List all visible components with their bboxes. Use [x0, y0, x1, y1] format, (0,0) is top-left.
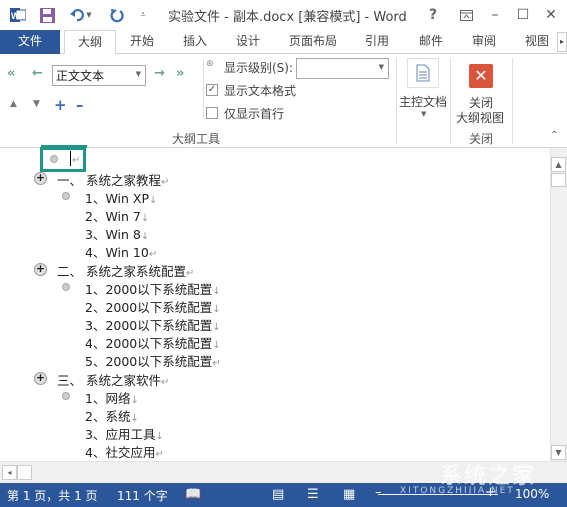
minimize-button[interactable]: – [482, 4, 508, 26]
master-document-label[interactable]: 主控文档 [399, 93, 447, 110]
scroll-thumb[interactable] [551, 173, 566, 187]
document-icon [416, 64, 430, 82]
body-text-bullet-icon [62, 392, 70, 400]
word-logo-icon: W [8, 5, 28, 25]
tab-view[interactable]: 视图 [515, 30, 559, 54]
outline-line[interactable]: 5、2000以下系统配置↵ [85, 351, 221, 370]
tab-file[interactable]: 文件 [0, 30, 60, 54]
expand-heading-icon[interactable]: + [34, 263, 47, 276]
close-outline-label-2[interactable]: 大纲视图 [456, 109, 504, 126]
outline-line[interactable]: 4、2000以下系统配置↓ [85, 333, 221, 352]
customize-qat-icon[interactable]: ⩡ [133, 5, 153, 25]
outline-level-value: 正文文本 [56, 69, 105, 83]
redo-icon[interactable] [107, 5, 127, 25]
close-window-button[interactable]: ✕ [538, 4, 564, 26]
chevron-down-icon: ▼ [135, 70, 141, 78]
outline-line[interactable]: 2、2000以下系统配置↓ [85, 297, 221, 316]
show-text-formatting-label: 显示文本格式 [224, 84, 297, 98]
outline-line[interactable]: 1、Win XP↓ [85, 188, 157, 207]
web-layout-icon[interactable]: ▦ [343, 487, 355, 502]
watermark: 系统之家 XITONGZHIJIA.NET [400, 464, 537, 496]
show-first-line-only-label: 仅显示首行 [224, 107, 285, 121]
scroll-thumb[interactable] [17, 465, 32, 480]
help-icon[interactable]: ? [420, 4, 446, 26]
collapse-icon[interactable]: – [76, 96, 84, 114]
master-document-button[interactable] [407, 58, 439, 88]
expand-icon[interactable]: + [54, 96, 67, 114]
document-area[interactable]: ↵ + 一、 系统之家教程↵ 1、Win XP↓ 2、Win 7↓ 3、Win … [0, 148, 550, 461]
demote-to-body-icon[interactable]: » [176, 66, 184, 81]
outline-line[interactable]: 1、网络↓ [85, 388, 139, 407]
show-first-line-only-checkbox[interactable] [206, 107, 218, 119]
demote-icon[interactable]: → [154, 66, 165, 81]
chevron-down-icon: ▼ [378, 63, 384, 71]
highlight-box [40, 147, 86, 172]
proofing-icon[interactable]: 📖 [185, 487, 201, 502]
move-down-icon[interactable]: ▼ [33, 99, 40, 109]
promote-icon[interactable]: ← [32, 66, 43, 81]
tab-insert[interactable]: 插入 [173, 30, 217, 54]
window-title: 实验文件 - 副本.docx [兼容模式] - Word [168, 10, 407, 25]
outline-line[interactable]: 3、Win 8↓ [85, 224, 149, 243]
tab-outline[interactable]: 大纲 [64, 30, 116, 55]
scroll-up-icon[interactable]: ▲ [551, 157, 566, 172]
outline-heading[interactable]: 三、 系统之家软件↵ [57, 370, 169, 389]
show-level-icon: ⊛ [206, 59, 214, 69]
outline-line[interactable]: 3、应用工具↓ [85, 424, 164, 443]
page-count[interactable]: 第 1 页，共 1 页 [7, 487, 98, 504]
outline-tools-group-label: 大纲工具 [172, 132, 221, 146]
scroll-down-icon[interactable]: ▼ [551, 445, 566, 460]
tab-references[interactable]: 引用 [355, 30, 399, 54]
outline-heading[interactable]: 一、 系统之家教程↵ [57, 170, 169, 189]
tab-page-layout[interactable]: 页面布局 [283, 30, 343, 54]
print-layout-icon[interactable]: ☰ [307, 487, 319, 502]
scroll-left-icon[interactable]: ◂ [2, 465, 17, 480]
svg-text:W: W [11, 11, 20, 21]
body-text-bullet-icon [62, 283, 70, 291]
move-up-icon[interactable]: ▲ [10, 99, 17, 109]
tab-design[interactable]: 设计 [226, 30, 270, 54]
outline-line[interactable]: 3、2000以下系统配置↓ [85, 315, 221, 334]
maximize-button[interactable]: ☐ [510, 4, 536, 26]
show-text-formatting-checkbox[interactable]: ✓ [206, 84, 218, 96]
tab-home[interactable]: 开始 [120, 30, 164, 54]
show-level-select[interactable]: ▼ [296, 58, 389, 79]
word-count[interactable]: 111 个字 [117, 487, 168, 504]
promote-to-heading1-icon[interactable]: « [7, 66, 15, 81]
divider [203, 59, 204, 119]
read-mode-icon[interactable]: ▤ [272, 487, 284, 502]
outline-heading[interactable]: 二、 系统之家系统配置↵ [57, 261, 194, 280]
expand-heading-icon[interactable]: + [34, 372, 47, 385]
chevron-down-icon[interactable]: ▼ [421, 110, 426, 118]
outline-line[interactable]: 2、Win 7↓ [85, 206, 149, 225]
ribbon-display-options-icon[interactable] [453, 4, 479, 26]
vertical-scrollbar[interactable]: ▲ ▼ [550, 148, 567, 461]
save-icon[interactable] [37, 5, 57, 25]
body-text-bullet-icon [62, 192, 70, 200]
divider [450, 58, 451, 144]
tab-review[interactable]: 审阅 [462, 30, 506, 54]
outline-level-select[interactable]: 正文文本 ▼ [52, 65, 146, 86]
expand-heading-icon[interactable]: + [34, 172, 47, 185]
tab-mailings[interactable]: 邮件 [409, 30, 453, 54]
title-bar: W ▼ ⩡ 实验文件 - 副本.docx [兼容模式] - Word ? – ☐… [0, 0, 567, 30]
ribbon: « ← 正文文本 ▼ → » ▲ ▼ + – ⊛ 显示级别(S): ▼ ✓ 显示… [0, 54, 567, 148]
show-level-label: 显示级别(S): [224, 61, 294, 75]
close-group-label: 关闭 [469, 132, 494, 146]
close-outline-view-icon[interactable]: ✕ [469, 64, 493, 88]
outline-line[interactable]: 2、系统↓ [85, 406, 139, 425]
tabs-scroll-right-icon[interactable]: ▸ [557, 32, 567, 52]
outline-line[interactable]: 4、Win 10↵ [85, 242, 157, 261]
collapse-ribbon-icon[interactable]: ⌃ [550, 130, 558, 141]
ribbon-tabs: 文件 大纲 开始 插入 设计 页面布局 引用 邮件 审阅 视图 ▸ [0, 30, 567, 55]
undo-dropdown-icon[interactable]: ▼ [84, 5, 94, 25]
divider [396, 58, 397, 144]
outline-line[interactable]: 1、2000以下系统配置↓ [85, 279, 221, 298]
divider [512, 58, 513, 144]
